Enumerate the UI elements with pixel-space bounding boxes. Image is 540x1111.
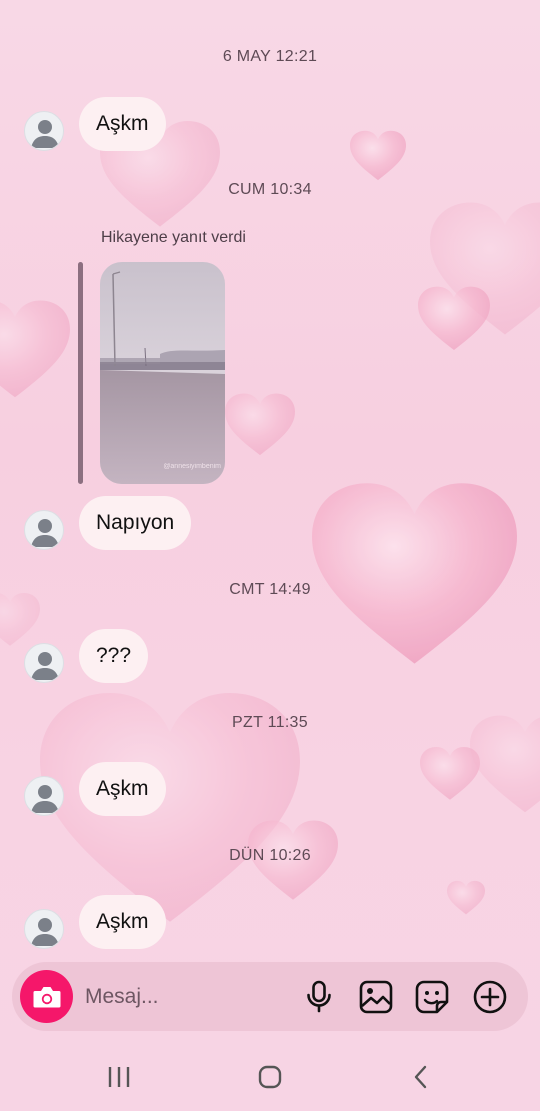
add-icon: [473, 980, 507, 1014]
sticker-icon: [415, 980, 449, 1014]
avatar[interactable]: [24, 643, 64, 683]
back-button[interactable]: [401, 1062, 441, 1092]
avatar[interactable]: [24, 510, 64, 550]
avatar[interactable]: [24, 909, 64, 949]
microphone-icon: [307, 980, 331, 1013]
timestamp: CMT 14:49: [229, 581, 311, 598]
timestamp: CUM 10:34: [228, 181, 312, 198]
default-avatar-icon: [31, 918, 59, 946]
gallery-icon: [359, 980, 393, 1014]
message-bubble[interactable]: Aşkm: [79, 97, 166, 151]
sticker-button[interactable]: [414, 979, 450, 1015]
chat-thread[interactable]: 6 MAY 12:21 Aşkm CUM 10:34 Hikayene yanı…: [0, 0, 540, 960]
gallery-button[interactable]: [358, 979, 394, 1015]
camera-button[interactable]: [20, 970, 73, 1023]
story-thumbnail[interactable]: @annesiyimbenim: [100, 262, 225, 484]
message-bubble[interactable]: Napıyon: [79, 496, 192, 550]
home-button[interactable]: [250, 1062, 290, 1092]
system-navigation-bar: [0, 1040, 540, 1111]
timestamp: DÜN 10:26: [229, 847, 311, 864]
add-button[interactable]: [472, 979, 508, 1015]
story-image: [100, 262, 225, 484]
default-avatar-icon: [31, 652, 59, 680]
home-icon: [258, 1065, 282, 1089]
message-bubble[interactable]: ???: [79, 629, 149, 683]
message-composer: [12, 962, 528, 1031]
default-avatar-icon: [31, 120, 59, 148]
microphone-button[interactable]: [301, 979, 337, 1015]
camera-icon: [33, 986, 60, 1007]
timestamp: 6 MAY 12:21: [222, 48, 318, 65]
back-icon: [414, 1065, 427, 1089]
story-watermark: @annesiyimbenim: [163, 463, 221, 470]
reply-indicator-bar: [78, 262, 83, 484]
default-avatar-icon: [31, 519, 59, 547]
recent-apps-icon: [108, 1067, 130, 1087]
story-reply-label: Hikayene yanıt verdi: [101, 229, 246, 246]
avatar[interactable]: [24, 111, 64, 151]
message-input[interactable]: [85, 980, 285, 1014]
message-bubble[interactable]: Aşkm: [79, 762, 166, 816]
avatar[interactable]: [24, 776, 64, 816]
default-avatar-icon: [31, 785, 59, 813]
recent-apps-button[interactable]: [99, 1062, 139, 1092]
message-bubble[interactable]: Aşkm: [79, 895, 166, 949]
timestamp: PZT 11:35: [232, 714, 308, 731]
